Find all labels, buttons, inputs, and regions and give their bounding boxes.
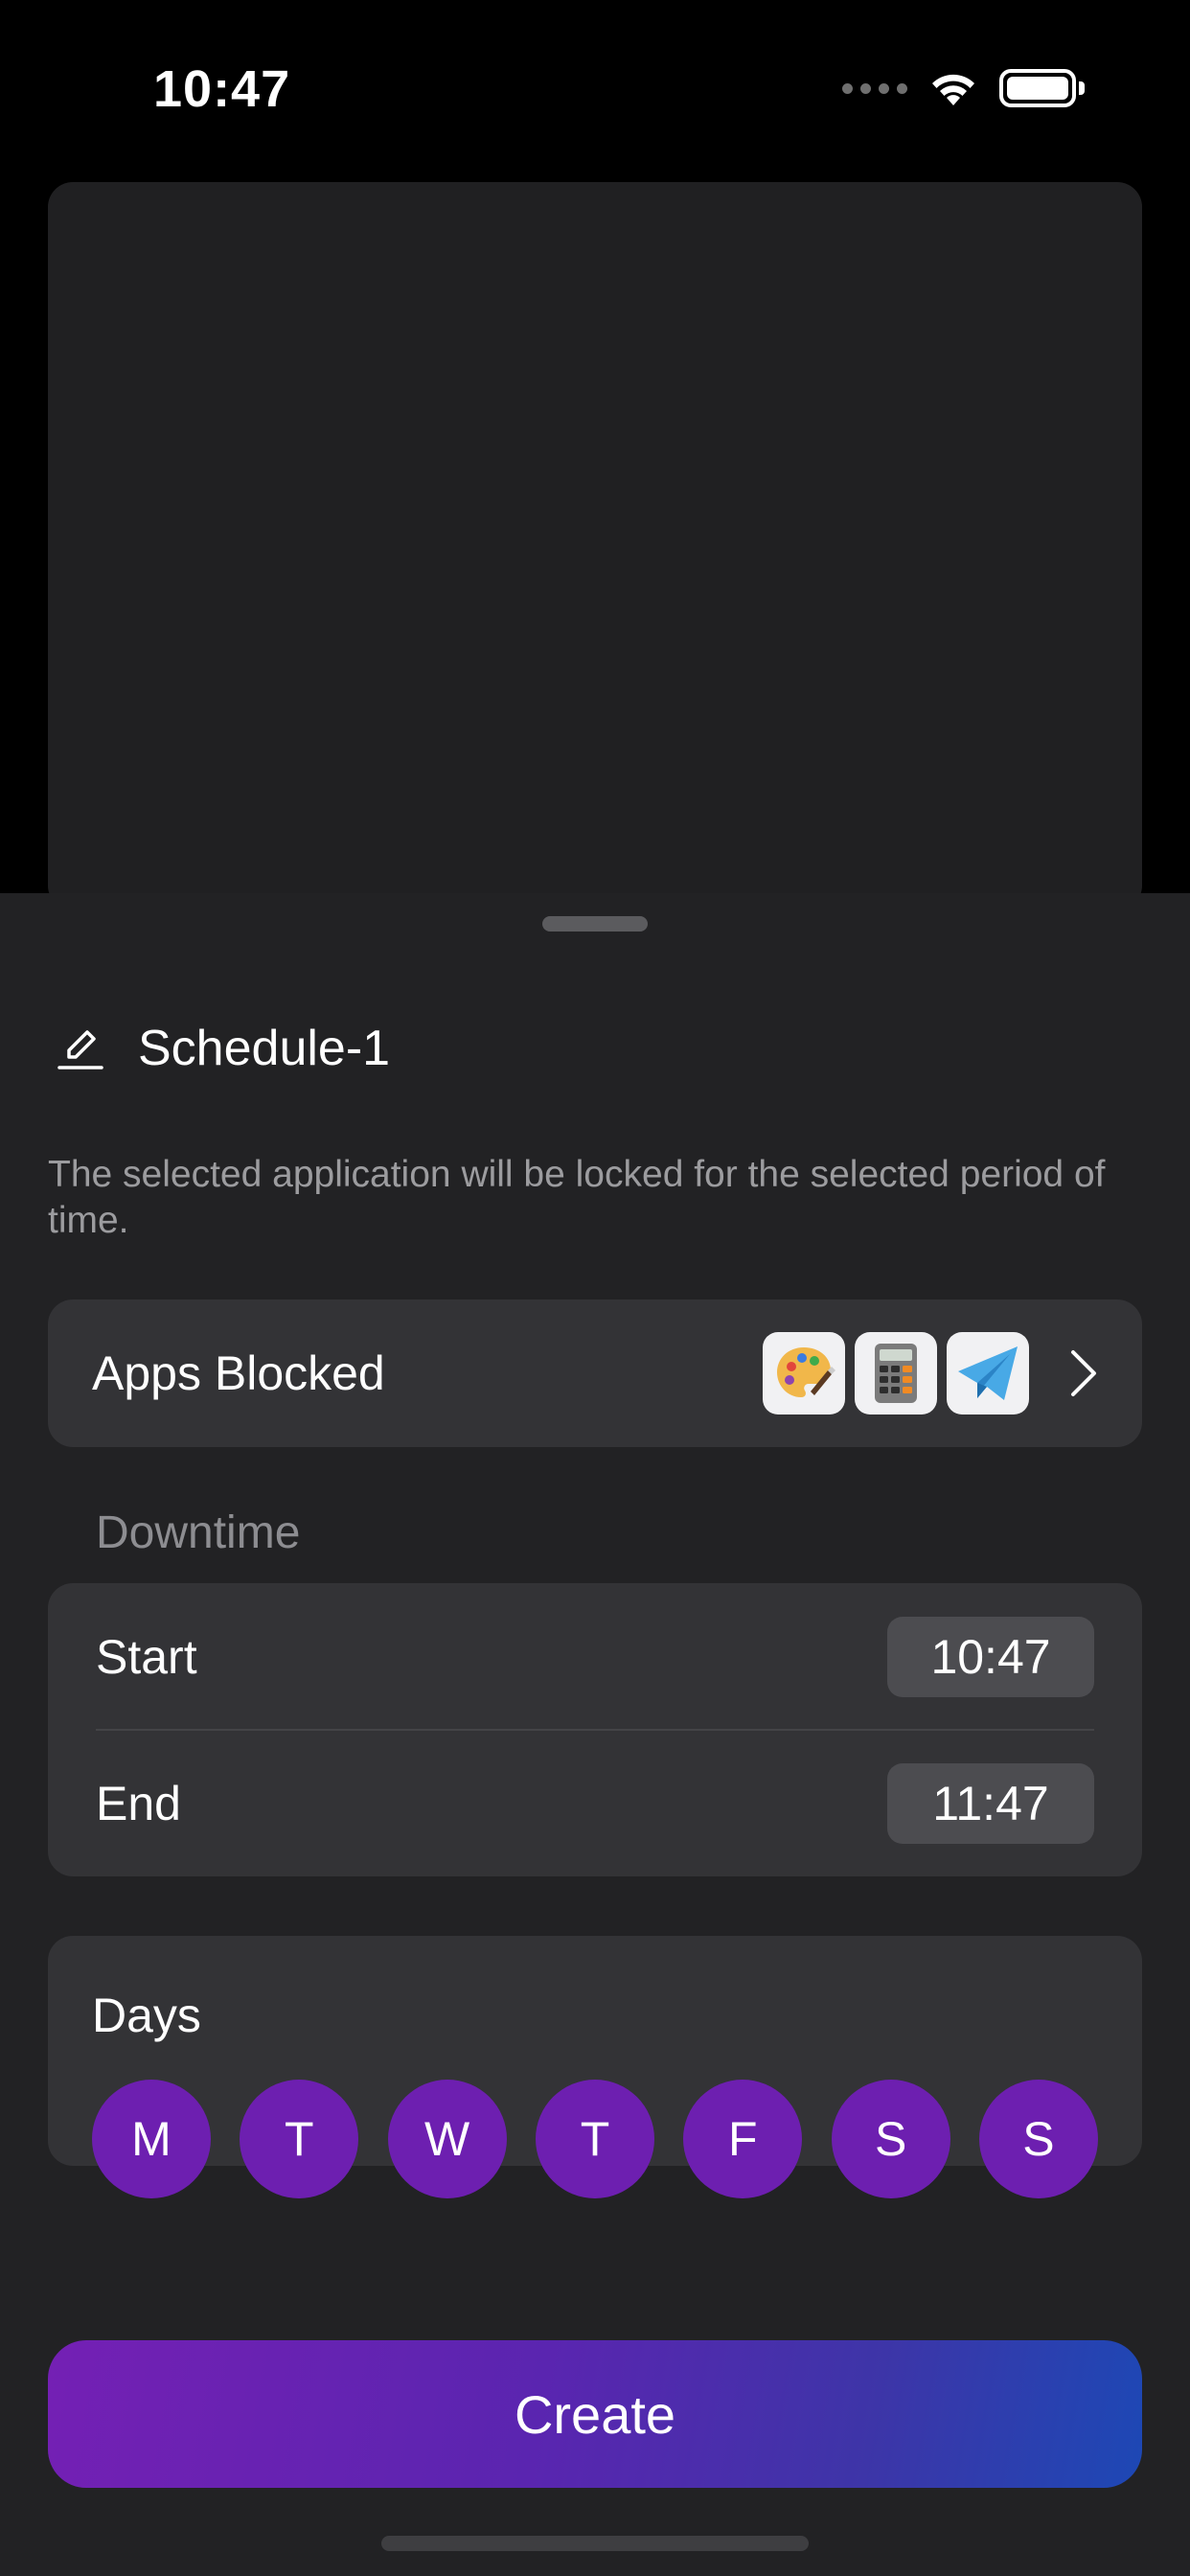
status-icons xyxy=(842,69,1085,107)
cellular-signal-icon xyxy=(842,82,907,94)
end-label: End xyxy=(96,1776,181,1830)
day-toggle-monday[interactable]: M xyxy=(92,2080,211,2198)
schedule-name[interactable]: Schedule-1 xyxy=(138,1020,390,1077)
wifi-icon xyxy=(928,69,978,107)
battery-icon xyxy=(999,69,1085,107)
end-time-row: End 11:47 xyxy=(96,1730,1094,1876)
day-toggle-wednesday[interactable]: W xyxy=(387,2080,507,2198)
days-selector: M T W T F S S xyxy=(92,2080,1098,2198)
blocked-app-icons xyxy=(763,1332,1029,1414)
days-card: Days M T W T F S S xyxy=(48,1936,1142,2198)
background-card xyxy=(48,182,1142,910)
apps-blocked-row[interactable]: Apps Blocked xyxy=(48,1300,1142,1447)
start-time-picker[interactable]: 10:47 xyxy=(887,1616,1094,1697)
day-toggle-friday[interactable]: F xyxy=(683,2080,803,2198)
schedule-sheet: Schedule-1 The selected application will… xyxy=(0,893,1190,2576)
end-time-picker[interactable]: 11:47 xyxy=(887,1762,1094,1844)
home-indicator[interactable] xyxy=(381,2536,809,2551)
edit-pencil-icon[interactable] xyxy=(57,1024,105,1072)
schedule-title-row[interactable]: Schedule-1 xyxy=(57,1020,390,1077)
days-label: Days xyxy=(92,1989,201,2042)
calculator-app-icon xyxy=(855,1332,937,1414)
downtime-card: Start 10:47 End 11:47 xyxy=(48,1583,1142,1876)
day-toggle-tuesday[interactable]: T xyxy=(240,2080,359,2198)
chevron-right-icon[interactable] xyxy=(1069,1348,1098,1398)
schedule-description: The selected application will be locked … xyxy=(48,1154,1106,1241)
day-toggle-sunday[interactable]: S xyxy=(978,2080,1098,2198)
start-time-row: Start 10:47 xyxy=(96,1583,1094,1730)
sheet-grabber[interactable] xyxy=(542,916,648,932)
start-label: Start xyxy=(96,1629,197,1684)
telegram-app-icon xyxy=(947,1332,1029,1414)
create-button[interactable]: Create xyxy=(48,2340,1142,2488)
apps-blocked-label: Apps Blocked xyxy=(92,1346,385,1400)
day-toggle-saturday[interactable]: S xyxy=(831,2080,950,2198)
palette-app-icon xyxy=(763,1332,845,1414)
downtime-section-label: Downtime xyxy=(96,1507,301,1558)
screen: 10:47 Schedule-1 The selected applicatio… xyxy=(0,0,1190,2576)
status-time: 10:47 xyxy=(153,60,291,118)
day-toggle-thursday[interactable]: T xyxy=(535,2080,654,2198)
